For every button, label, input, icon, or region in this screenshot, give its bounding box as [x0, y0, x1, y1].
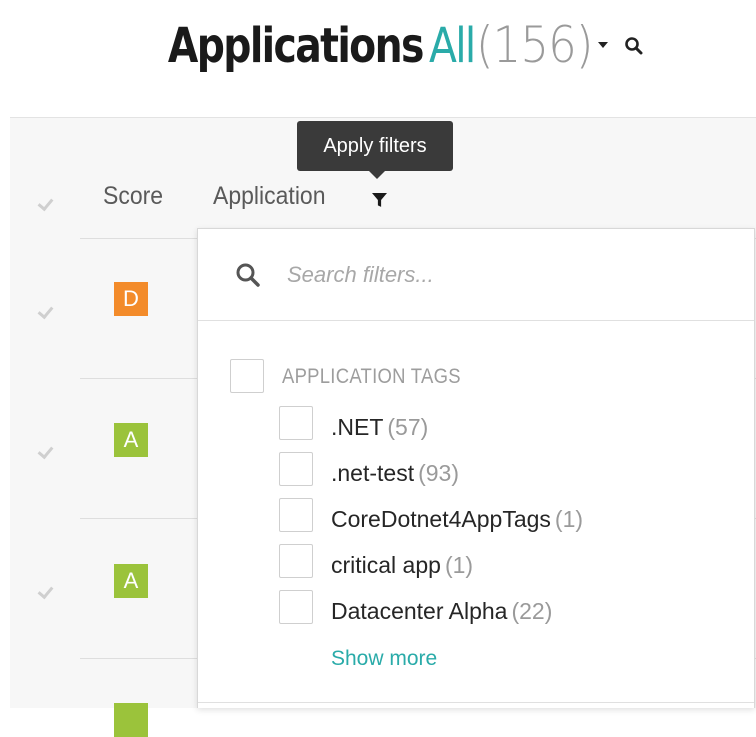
score-badge: D [114, 282, 148, 316]
group-checkbox-application-tags[interactable] [230, 359, 264, 393]
page-header: Applications All (156) [0, 0, 756, 90]
apply-filters-tooltip: Apply filters [297, 121, 453, 179]
filter-option[interactable]: CoreDotnet4AppTags (1) [331, 506, 583, 533]
show-more-link[interactable]: Show more [331, 647, 437, 671]
select-all-check-icon[interactable] [36, 196, 54, 210]
filter-option[interactable]: Datacenter Alpha (22) [331, 598, 552, 625]
filter-dropdown: APPLICATION TAGS .NET(57) .net-test(93) … [197, 228, 755, 708]
filter-group-label: APPLICATION TAGS [282, 365, 461, 388]
filter-option-checkbox[interactable] [279, 590, 313, 624]
caret-down-icon[interactable] [597, 42, 608, 48]
row-check-icon[interactable] [36, 584, 54, 598]
search-icon [236, 263, 260, 287]
page-title: Applications [168, 18, 424, 74]
row-check-icon[interactable] [36, 444, 54, 458]
filter-option[interactable]: critical app (1) [331, 552, 473, 579]
filter-option-checkbox[interactable] [279, 406, 313, 440]
row-check-icon[interactable] [36, 304, 54, 318]
column-header-score[interactable]: Score [103, 182, 163, 211]
filter-option-checkbox[interactable] [279, 452, 313, 486]
search-icon[interactable] [624, 36, 644, 56]
filter-option-checkbox[interactable] [279, 498, 313, 532]
filter-funnel-icon[interactable] [372, 193, 387, 208]
column-header-application[interactable]: Application [213, 182, 326, 211]
filter-search-row [198, 229, 754, 321]
score-badge: A [114, 564, 148, 598]
filter-option[interactable]: .NET (57) [331, 414, 428, 441]
score-badge-partial [114, 703, 148, 737]
section-divider [198, 702, 754, 703]
application-count: (156) [476, 16, 593, 74]
filter-search-input[interactable] [285, 257, 729, 293]
filter-option[interactable]: .net-test (93) [331, 460, 459, 487]
filter-option-checkbox[interactable] [279, 544, 313, 578]
view-filter-selector[interactable]: All [429, 18, 476, 74]
score-badge: A [114, 423, 148, 457]
